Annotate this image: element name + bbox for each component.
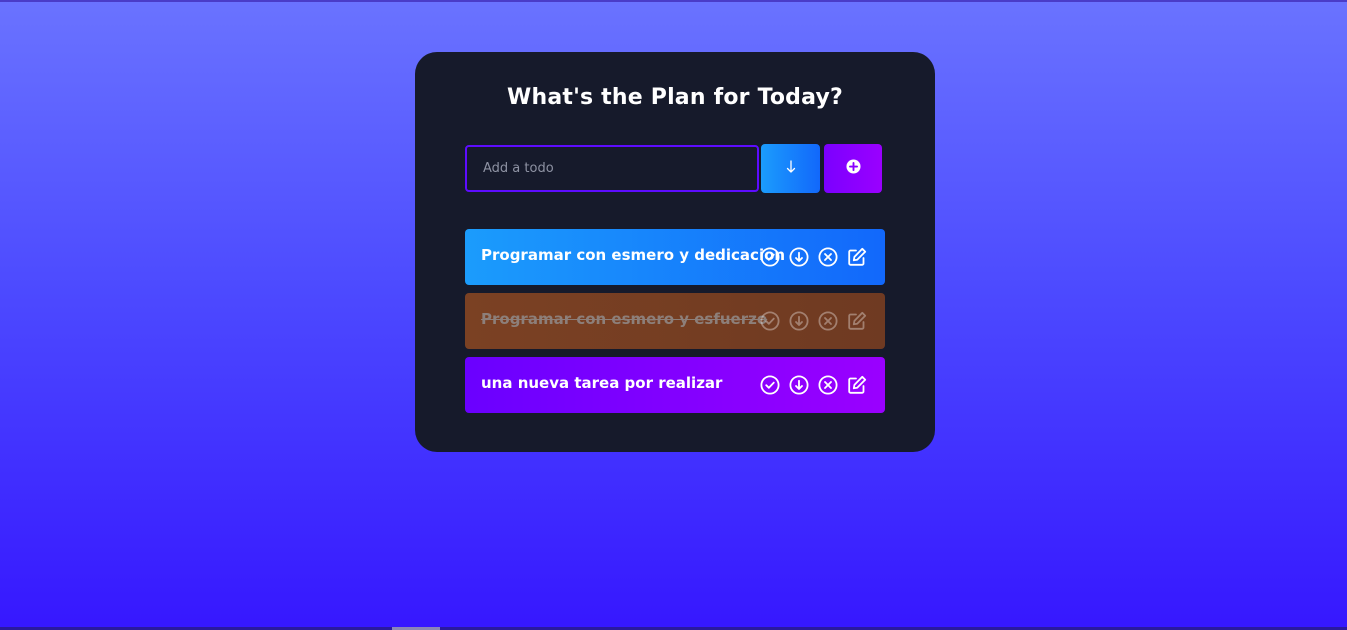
sort-down-button[interactable] xyxy=(761,144,820,193)
arrow-down-circle-icon[interactable] xyxy=(788,374,810,396)
close-circle-icon[interactable] xyxy=(817,374,839,396)
todo-text[interactable]: Programar con esmero y dedicacion xyxy=(481,246,785,264)
todo-text[interactable]: una nueva tarea por realizar xyxy=(481,374,722,392)
arrow-down-icon xyxy=(786,159,795,173)
todo-app-card: What's the Plan for Today? Programar con… xyxy=(415,52,935,452)
arrow-down-circle-icon[interactable] xyxy=(788,310,810,332)
plus-circle-icon xyxy=(845,158,861,174)
todo-input[interactable] xyxy=(465,145,759,192)
todo-row-completed: Programar con esmero y esfuerzo xyxy=(465,293,885,349)
edit-icon[interactable] xyxy=(846,374,868,396)
edit-icon[interactable] xyxy=(846,246,868,268)
add-todo-button[interactable] xyxy=(824,144,882,193)
todo-text[interactable]: Programar con esmero y esfuerzo xyxy=(481,310,767,328)
edit-icon[interactable] xyxy=(846,310,868,332)
window-top-border xyxy=(0,0,1347,2)
close-circle-icon[interactable] xyxy=(817,246,839,268)
check-circle-icon[interactable] xyxy=(759,310,781,332)
check-circle-icon[interactable] xyxy=(759,374,781,396)
check-circle-icon[interactable] xyxy=(759,246,781,268)
close-circle-icon[interactable] xyxy=(817,310,839,332)
arrow-down-circle-icon[interactable] xyxy=(788,246,810,268)
todo-row: Programar con esmero y dedicacion xyxy=(465,229,885,285)
todo-row: una nueva tarea por realizar xyxy=(465,357,885,413)
page-title: What's the Plan for Today? xyxy=(507,85,843,110)
